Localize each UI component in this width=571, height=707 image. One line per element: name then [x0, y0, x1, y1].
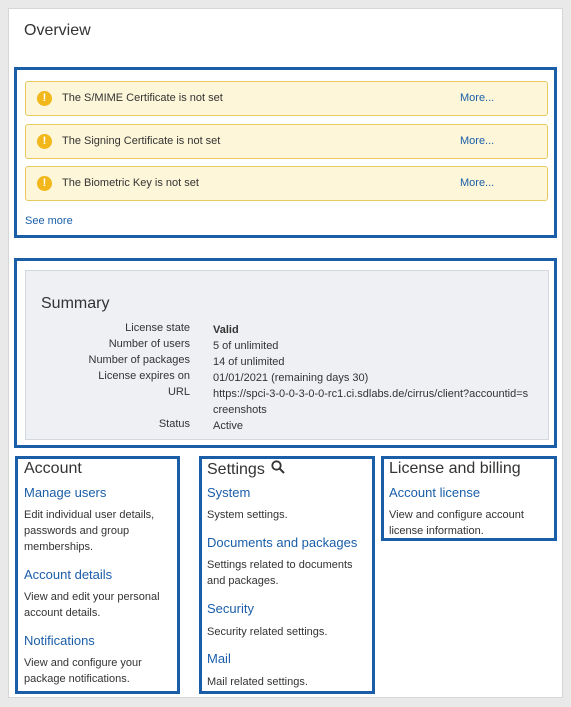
license-highlight-frame — [381, 456, 557, 541]
alerts-highlight-frame — [14, 67, 557, 238]
settings-highlight-frame — [199, 456, 375, 694]
summary-highlight-frame — [14, 258, 557, 448]
page-title: Overview — [24, 22, 91, 39]
account-highlight-frame — [15, 456, 180, 694]
